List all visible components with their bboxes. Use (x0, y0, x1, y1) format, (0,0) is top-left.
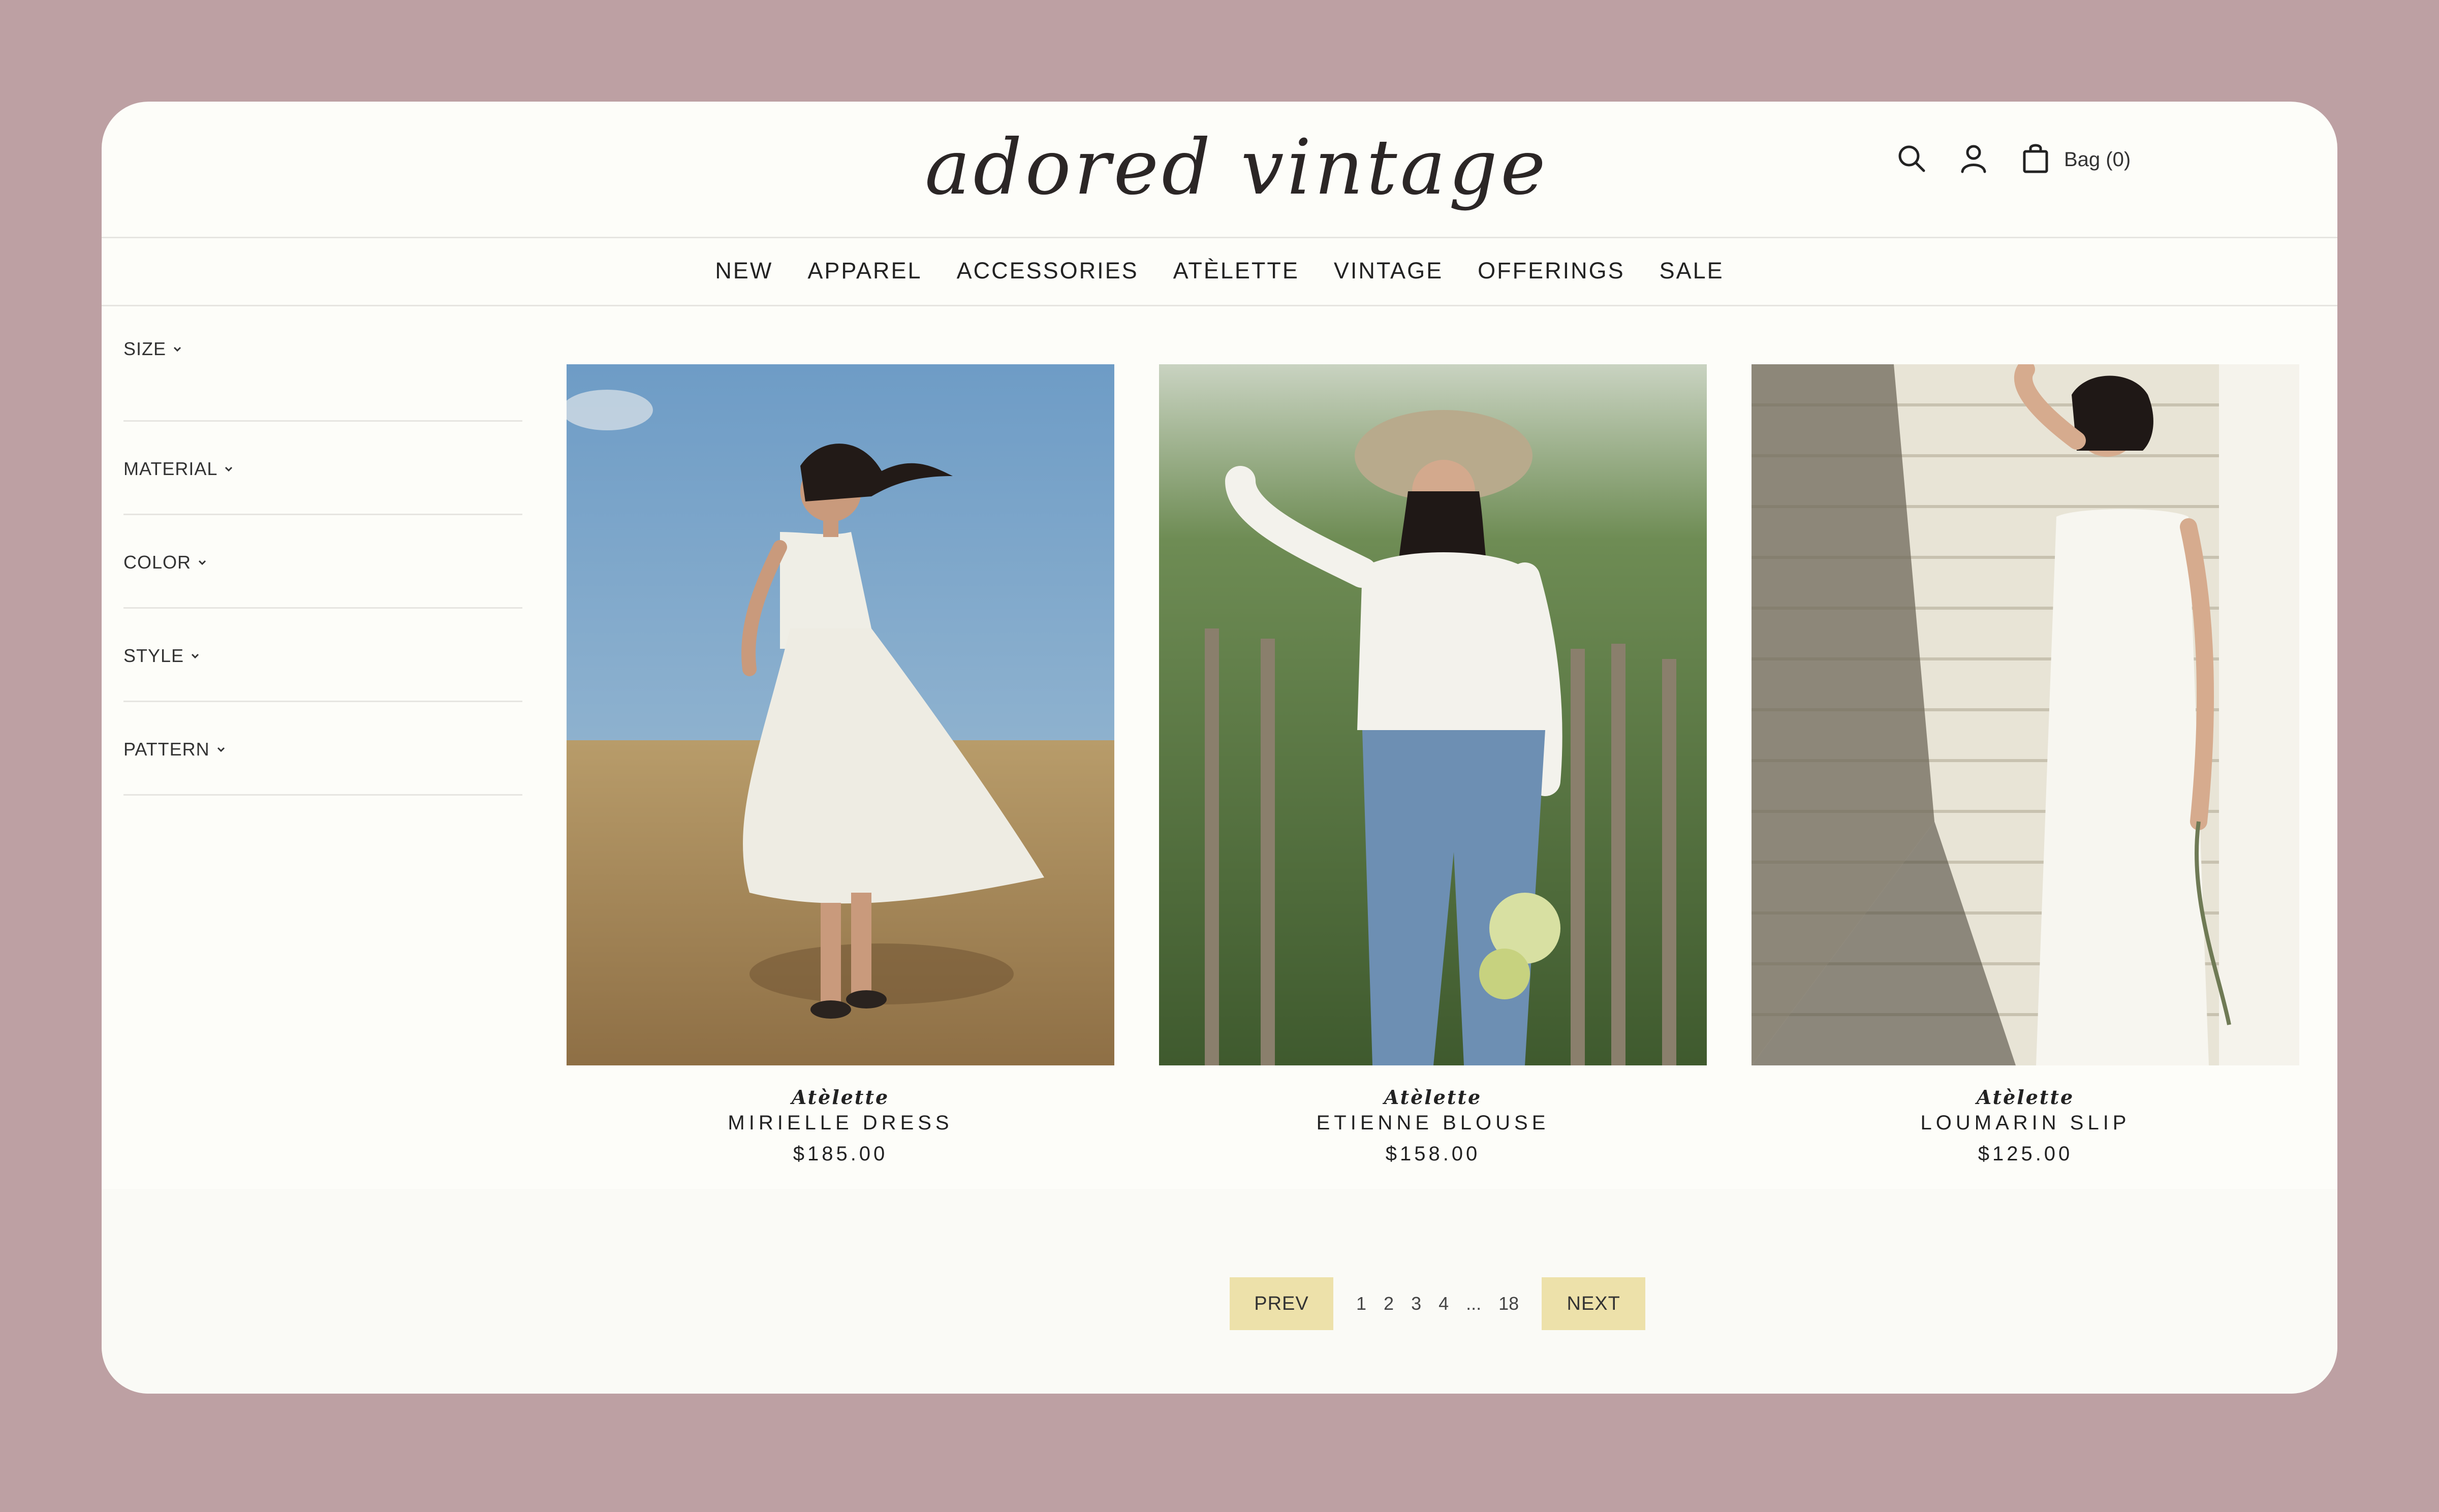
prev-button[interactable]: PREV (1230, 1277, 1333, 1330)
site-header: adored vintage Bag (0) (102, 102, 2337, 238)
filter-label: PATTERN (123, 739, 210, 760)
filter-sidebar: SIZE MATERIAL COLOR STYLE PATTERN (123, 338, 522, 796)
filter-label: SIZE (123, 338, 167, 359)
next-button[interactable]: NEXT (1542, 1277, 1646, 1330)
shopping-bag-icon[interactable] (2019, 142, 2052, 175)
chevron-down-icon (190, 651, 200, 661)
product-card[interactable]: Atèlette ETIENNE BLOUSE $158.00 (1159, 364, 1707, 1166)
product-price: $185.00 (793, 1143, 888, 1165)
chevron-down-icon (216, 744, 226, 754)
store-window: adored vintage Bag (0) NEW APPAREL ACCES… (102, 102, 2337, 1394)
product-brand: Atèlette (791, 1086, 890, 1109)
product-image[interactable] (1752, 364, 2299, 1065)
product-card[interactable]: Atèlette LOUMARIN SLIP $125.00 (1752, 364, 2299, 1166)
product-price: $125.00 (1978, 1143, 2073, 1165)
filter-style[interactable]: STYLE (123, 609, 522, 702)
page-2-link[interactable]: 2 (1384, 1293, 1394, 1314)
main-nav: NEW APPAREL ACCESSORIES ATÈLETTE VINTAGE… (102, 237, 2337, 306)
product-name[interactable]: MIRIELLE DRESS (567, 1112, 1114, 1135)
nav-item-sale[interactable]: SALE (1660, 258, 1724, 284)
filter-material[interactable]: MATERIAL (123, 422, 522, 515)
nav-item-atelette[interactable]: ATÈLETTE (1173, 258, 1299, 284)
filter-label: MATERIAL (123, 458, 218, 479)
filter-pattern[interactable]: PATTERN (123, 702, 522, 796)
product-brand: Atèlette (1976, 1086, 2075, 1109)
filter-size[interactable]: SIZE (123, 338, 522, 422)
bag-link[interactable]: Bag (0) (2064, 148, 2131, 171)
page-4-link[interactable]: 4 (1439, 1293, 1449, 1314)
user-icon[interactable] (1957, 142, 1990, 175)
nav-item-vintage[interactable]: VINTAGE (1334, 258, 1443, 284)
page-numbers: 1 2 3 4 ... 18 (1348, 1293, 1527, 1314)
chevron-down-icon (224, 464, 234, 474)
chevron-down-icon (197, 557, 207, 568)
page-18-link[interactable]: 18 (1498, 1293, 1519, 1314)
filter-label: COLOR (123, 552, 192, 573)
nav-item-offerings[interactable]: OFFERINGS (1478, 258, 1625, 284)
pagination: PREV 1 2 3 4 ... 18 NEXT (1230, 1277, 1646, 1330)
search-icon[interactable] (1895, 142, 1928, 175)
page-1-link[interactable]: 1 (1356, 1293, 1366, 1314)
filter-label: STYLE (123, 645, 184, 666)
chevron-down-icon (172, 344, 182, 354)
nav-item-new[interactable]: NEW (715, 258, 773, 284)
nav-item-apparel[interactable]: APPAREL (807, 258, 922, 284)
nav-item-accessories[interactable]: ACCESSORIES (957, 258, 1139, 284)
product-name[interactable]: LOUMARIN SLIP (1752, 1112, 2299, 1135)
product-price: $158.00 (1385, 1143, 1481, 1165)
product-image[interactable] (1159, 364, 1707, 1065)
product-card[interactable]: Atèlette MIRIELLE DRESS $185.00 (567, 364, 1114, 1166)
page-3-link[interactable]: 3 (1411, 1293, 1421, 1314)
product-image[interactable] (567, 364, 1114, 1065)
pagination-area (102, 1189, 2337, 1394)
site-logo[interactable]: adored vintage (925, 117, 1546, 218)
page-ellipsis: ... (1466, 1293, 1482, 1314)
product-brand: Atèlette (1384, 1086, 1482, 1109)
filter-color[interactable]: COLOR (123, 515, 522, 609)
product-name[interactable]: ETIENNE BLOUSE (1159, 1112, 1707, 1135)
